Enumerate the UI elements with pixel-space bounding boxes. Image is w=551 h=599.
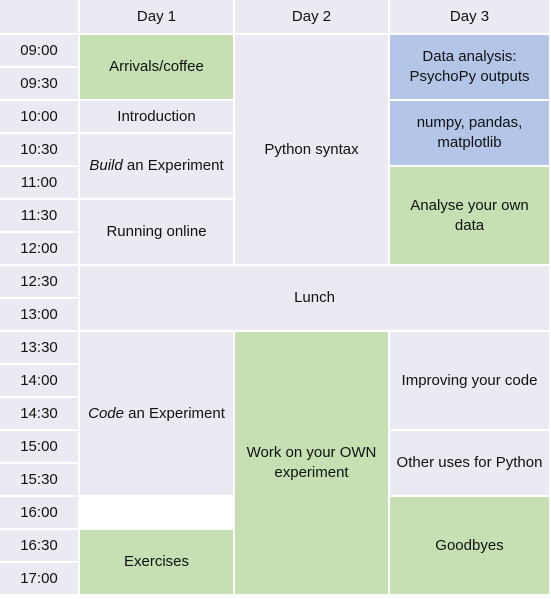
session-label: numpy, pandas, matplotlib — [416, 114, 523, 151]
session-label: Code an Experiment — [88, 404, 225, 424]
session-label: Improving your code — [401, 371, 538, 389]
session-label: Lunch — [294, 289, 335, 306]
session-label: Arrivals/coffee — [109, 58, 204, 75]
session-data-analysis: Data analysis: PsychoPy outputs — [390, 35, 551, 101]
time-label: 11:00 — [0, 167, 80, 200]
session-code-experiment: Code an Experiment — [80, 332, 235, 497]
session-label: Build an Experiment — [89, 156, 223, 176]
header-day-2: Day 2 — [235, 0, 390, 35]
time-label: 17:00 — [0, 563, 80, 596]
time-label: 09:30 — [0, 68, 80, 101]
time-label: 16:30 — [0, 530, 80, 563]
time-label: 16:00 — [0, 497, 80, 530]
schedule-table: Day 1 Day 2 Day 3 09:00 09:30 10:00 10:3… — [0, 0, 551, 599]
time-label: 13:00 — [0, 299, 80, 332]
session-label-rest: an Experiment — [122, 157, 224, 174]
session-label: Python syntax — [264, 140, 359, 158]
session-goodbyes: Goodbyes — [390, 497, 551, 596]
time-label: 15:30 — [0, 464, 80, 497]
time-label: 10:30 — [0, 134, 80, 167]
time-label: 09:00 — [0, 35, 80, 68]
time-label: 12:00 — [0, 233, 80, 266]
session-numpy-pandas: numpy, pandas, matplotlib — [390, 101, 551, 167]
session-python-syntax: Python syntax — [235, 35, 390, 266]
session-arrivals-coffee: Arrivals/coffee — [80, 35, 235, 101]
header-day-3: Day 3 — [390, 0, 551, 35]
session-label: Goodbyes — [435, 536, 504, 554]
time-label: 14:30 — [0, 398, 80, 431]
session-label: Running online — [106, 223, 207, 240]
session-improving-code: Improving your code — [390, 332, 551, 431]
session-label: Introduction — [117, 107, 196, 125]
time-label: 15:00 — [0, 431, 80, 464]
time-label: 13:30 — [0, 332, 80, 365]
time-label: 10:00 — [0, 101, 80, 134]
session-label: Exercises — [123, 553, 190, 570]
session-work-own-experiment: Work on your OWN experiment — [235, 332, 390, 596]
session-label: Data analysis: PsychoPy outputs — [409, 48, 530, 85]
session-analyse-own-data: Analyse your own data — [390, 167, 551, 266]
session-label: Analyse your own data — [410, 196, 529, 234]
session-running-online: Running online — [80, 200, 235, 266]
session-label-rest: an Experiment — [123, 404, 225, 422]
session-build-experiment: Build an Experiment — [80, 134, 235, 200]
session-lunch: Lunch — [80, 266, 551, 332]
header-day-1: Day 1 — [80, 0, 235, 35]
session-label-italic: Code — [88, 404, 124, 422]
session-label-italic: Build — [89, 157, 123, 174]
time-label: 12:30 — [0, 266, 80, 299]
corner-cell — [0, 0, 80, 35]
session-exercises: Exercises — [80, 530, 235, 596]
time-label: 14:00 — [0, 365, 80, 398]
session-other-uses-python: Other uses for Python — [390, 431, 551, 497]
session-label: Work on your OWN experiment — [246, 444, 377, 481]
session-label: Other uses for Python — [396, 454, 543, 471]
session-introduction: Introduction — [80, 101, 235, 134]
time-label: 11:30 — [0, 200, 80, 233]
